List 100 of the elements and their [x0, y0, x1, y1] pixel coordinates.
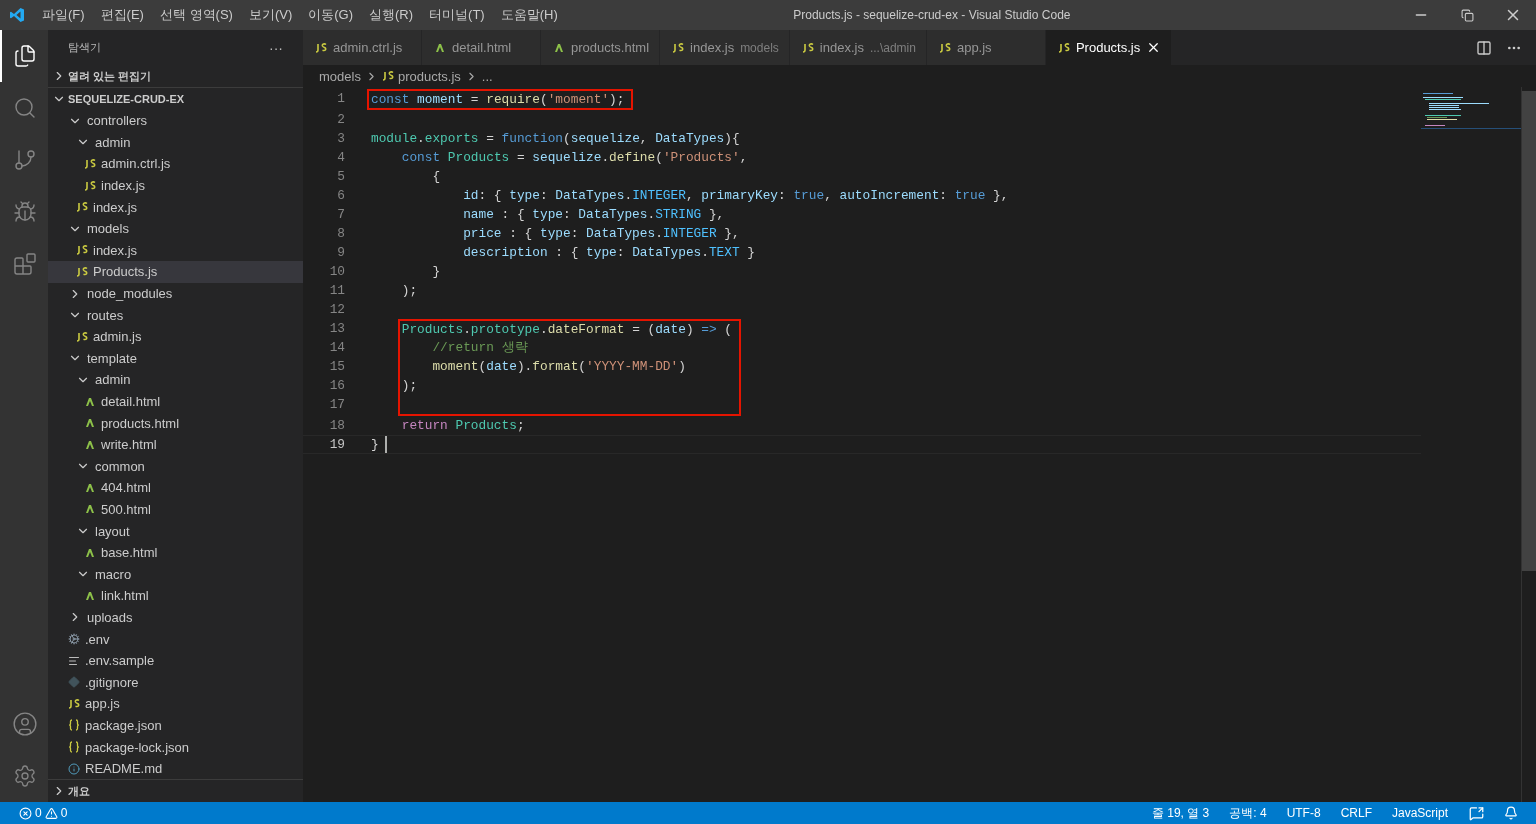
code-line: const Products = sequelize.define('Products', [400, 150, 748, 165]
line-number: 11 [328, 283, 346, 298]
folder-item[interactable]: template [48, 347, 303, 370]
js-file-icon [84, 159, 96, 169]
js-file-icon [76, 245, 88, 256]
menu-item[interactable]: 실행(R) [361, 6, 422, 24]
line-number: 4 [336, 150, 346, 165]
editor-tab[interactable]: Products.js [1045, 30, 1173, 65]
folder-item[interactable]: controllers [48, 110, 303, 132]
file-item[interactable]: admin.js [48, 325, 303, 348]
js-file-icon [938, 42, 951, 53]
file-item[interactable]: write.html [48, 433, 303, 456]
code-line: name : { type: DataTypes.STRING }, [462, 207, 725, 222]
folder-item[interactable]: models [48, 217, 303, 240]
file-item[interactable]: .gitignore [48, 671, 303, 694]
lines-icon [68, 654, 80, 667]
editor-tab[interactable]: products.html [541, 30, 661, 65]
folder-item[interactable]: uploads [48, 606, 303, 629]
file-item[interactable]: index.js [48, 174, 303, 197]
menu-item[interactable]: 터미널(T) [421, 6, 493, 24]
breadcrumb[interactable]: models [319, 68, 361, 84]
menu-item[interactable]: 파일(F) [34, 6, 93, 24]
folder-item[interactable]: layout [48, 520, 303, 542]
js-file-icon [1057, 42, 1070, 53]
blocks-icon[interactable] [13, 252, 37, 276]
menu-item[interactable]: 이동(G) [300, 6, 362, 24]
code-line: description : { type: DataTypes.TEXT } [462, 245, 755, 260]
status-item[interactable]: JavaScript [1384, 806, 1455, 820]
braces-icon [68, 719, 80, 732]
breadcrumb[interactable]: products.js [397, 68, 461, 84]
feedback-icon[interactable] [1469, 805, 1484, 821]
folder-item[interactable]: admin [48, 369, 303, 391]
sidebar-title: 탐색기 [68, 40, 101, 55]
file-item[interactable]: package-lock.json [48, 736, 303, 758]
breadcrumb[interactable]: ... [481, 68, 493, 84]
line-number: 9 [336, 245, 346, 260]
status-item[interactable]: 줄 19, 열 3 [1144, 804, 1217, 822]
branch-icon[interactable] [13, 148, 37, 172]
editor-tab[interactable]: admin.ctrl.js [303, 30, 422, 65]
file-item[interactable]: app.js [48, 693, 303, 715]
settings-icon[interactable] [13, 764, 37, 788]
bug-icon[interactable] [13, 200, 37, 224]
file-item[interactable]: admin.ctrl.js [48, 153, 303, 175]
gear-icon [68, 633, 80, 646]
file-item[interactable]: link.html [48, 585, 303, 607]
file-item[interactable]: 500.html [48, 498, 303, 521]
code-line: //return 생략 [431, 339, 528, 356]
folder-item[interactable]: admin [48, 131, 303, 154]
editor-tab[interactable]: index.js ...\admin [789, 30, 927, 65]
scrollbar-thumb[interactable] [1522, 91, 1536, 571]
problems-indicator[interactable]: 0 0 [12, 806, 75, 820]
file-item[interactable]: README.md [48, 757, 303, 779]
search-icon[interactable] [13, 96, 37, 120]
status-item[interactable]: CRLF [1333, 806, 1379, 820]
line-number: 6 [336, 188, 346, 203]
open-editors-header[interactable]: 열려 있는 편집기 [48, 65, 303, 87]
code-line: const moment = require('moment'); [371, 92, 625, 107]
folder-item[interactable]: macro [48, 563, 303, 586]
split-editor-icon[interactable] [1476, 39, 1492, 56]
menu-item[interactable]: 보기(V) [240, 6, 301, 24]
restore-icon[interactable] [1460, 8, 1474, 22]
file-item[interactable]: index.js [48, 239, 303, 262]
editor-tab[interactable]: app.js [926, 30, 1046, 65]
code-line: ); [400, 283, 418, 298]
line-number: 17 [328, 397, 346, 412]
file-item[interactable]: .env [48, 628, 303, 650]
account-icon[interactable] [12, 711, 38, 737]
file-item[interactable]: package.json [48, 714, 303, 737]
file-item[interactable]: base.html [48, 541, 303, 564]
line-number: 10 [328, 264, 346, 279]
folder-item[interactable]: common [48, 455, 303, 478]
menu-item[interactable]: 선택 영역(S) [151, 6, 241, 24]
files-icon[interactable] [13, 44, 37, 68]
line-number: 15 [328, 359, 346, 374]
line-number: 12 [328, 302, 346, 317]
menu-item[interactable]: 도움말(H) [492, 6, 566, 24]
file-item[interactable]: .env.sample [48, 649, 303, 672]
status-item[interactable]: 공백: 4 [1222, 804, 1274, 822]
more-actions[interactable]: ··· [269, 39, 283, 56]
file-item[interactable]: Products.js [48, 261, 303, 283]
braces-icon [68, 741, 80, 753]
menu-item[interactable]: 편집(E) [92, 6, 152, 24]
warning-icon [44, 806, 58, 820]
js-file-icon [76, 266, 88, 277]
code-line: price : { type: DataTypes.INTEGER }, [462, 226, 740, 241]
code-line: ); [400, 378, 418, 393]
editor-tab[interactable]: detail.html [422, 30, 541, 65]
line-number: 19 [328, 437, 346, 452]
file-item[interactable]: 404.html [48, 477, 303, 499]
bell-icon[interactable] [1504, 806, 1518, 820]
folder-item[interactable]: routes [48, 304, 303, 326]
file-item[interactable]: products.html [48, 412, 303, 434]
folder-item[interactable]: node_modules [48, 282, 303, 305]
file-item[interactable]: detail.html [48, 390, 303, 413]
project-header[interactable]: SEQUELIZE-CRUD-EX [48, 87, 303, 110]
code-line: module.exports = function(sequelize, DataTypes){ [371, 131, 740, 146]
editor-tab[interactable]: index.js models [660, 30, 790, 65]
status-item[interactable]: UTF-8 [1279, 806, 1328, 820]
file-item[interactable]: index.js [48, 196, 303, 218]
js-file-icon [76, 202, 88, 213]
